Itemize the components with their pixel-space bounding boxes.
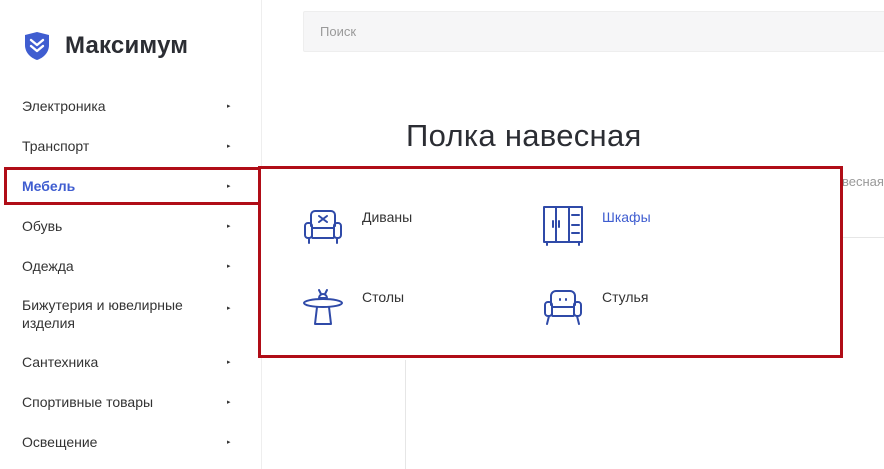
submenu-item-chairs[interactable]: Стулья [541, 283, 648, 327]
sidebar-item-lighting[interactable]: Освещение ▸ [0, 422, 262, 462]
table-icon [303, 289, 343, 325]
wardrobe-icon [543, 206, 583, 246]
chevron-right-icon: ▸ [227, 223, 231, 230]
sidebar-item-clothing[interactable]: Одежда ▸ [0, 246, 262, 286]
sidebar-item-label: Обувь [22, 218, 63, 234]
chevron-right-icon: ▸ [227, 305, 231, 312]
logo-text: Максимум [65, 32, 189, 59]
sidebar-item-label: Электроника [22, 98, 106, 114]
sofa-icon [304, 210, 342, 244]
chair-icon [544, 290, 582, 325]
submenu-item-wardrobes[interactable]: Шкафы [541, 203, 651, 247]
sidebar-item-label: Мебель [22, 178, 76, 194]
sidebar-item-label: Спортивные товары [22, 394, 154, 410]
logo[interactable]: Максимум [22, 30, 188, 62]
sidebar-item-label: Сантехника [22, 354, 99, 370]
sidebar-item-transport[interactable]: Транспорт ▸ [0, 126, 262, 166]
chevron-right-icon: ▸ [227, 143, 231, 150]
logo-shield-icon [25, 32, 49, 60]
chevron-right-icon: ▸ [227, 439, 231, 446]
submenu-item-label: Стулья [602, 289, 649, 305]
chevron-right-icon: ▸ [227, 183, 231, 190]
chevron-right-icon: ▸ [227, 399, 231, 406]
sidebar: Максимум Электроника ▸ Транспорт ▸ Мебел… [0, 0, 262, 469]
furniture-submenu: Диваны Шкафы Столы Стулья [258, 166, 843, 358]
breadcrumb-fragment: весная [842, 174, 884, 189]
sidebar-item-plumbing[interactable]: Сантехника ▸ [0, 342, 262, 382]
submenu-item-tables[interactable]: Столы [301, 283, 404, 327]
sidebar-item-label: Транспорт [22, 138, 90, 154]
sidebar-item-jewelry[interactable]: Бижутерия и ювелирные изделия ▸ [0, 286, 262, 342]
sidebar-item-furniture[interactable]: Мебель ▸ [0, 166, 262, 206]
sidebar-item-electronics[interactable]: Электроника ▸ [0, 86, 262, 126]
submenu-item-label: Шкафы [602, 209, 651, 225]
sidebar-item-shoes[interactable]: Обувь ▸ [0, 206, 262, 246]
sidebar-item-label: Освещение [22, 434, 98, 450]
chevron-right-icon: ▸ [227, 359, 231, 366]
submenu-item-sofas[interactable]: Диваны [301, 203, 412, 247]
category-menu: Электроника ▸ Транспорт ▸ Мебель ▸ Обувь… [0, 86, 262, 462]
sidebar-item-label: Бижутерия и ювелирные изделия [22, 297, 183, 331]
submenu-item-label: Диваны [362, 209, 413, 225]
page-title: Полка навесная [406, 118, 642, 153]
search-input[interactable] [303, 11, 884, 52]
content-divider [840, 237, 884, 238]
sidebar-item-label: Одежда [22, 258, 74, 274]
submenu-item-label: Столы [362, 289, 405, 305]
chevron-right-icon: ▸ [227, 103, 231, 110]
sidebar-item-sports[interactable]: Спортивные товары ▸ [0, 382, 262, 422]
content-divider-vertical [405, 360, 406, 469]
chevron-right-icon: ▸ [227, 263, 231, 270]
